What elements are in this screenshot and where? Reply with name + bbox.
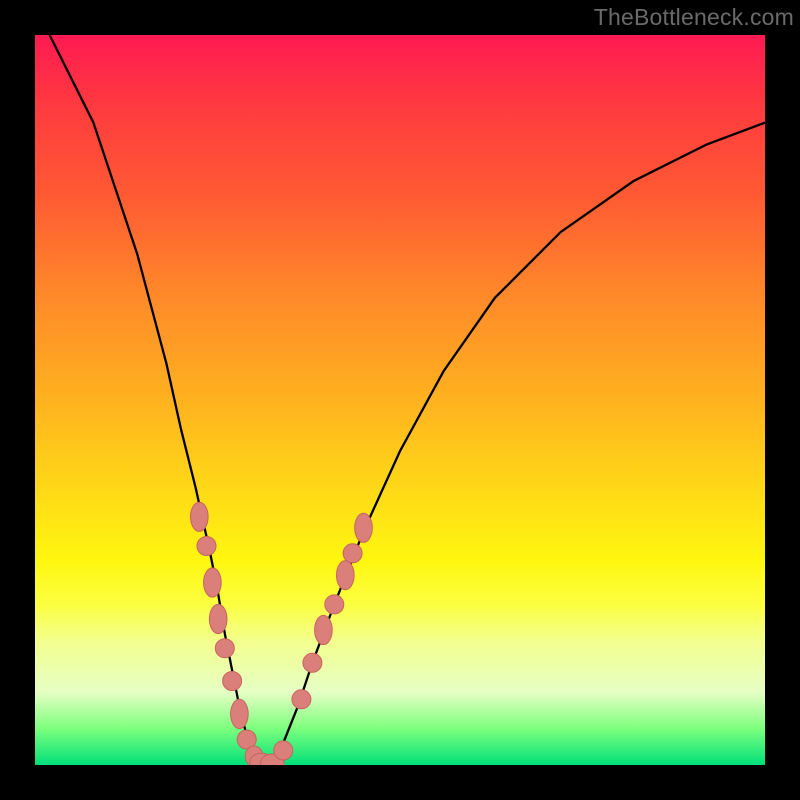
chart-frame: TheBottleneck.com: [0, 0, 800, 800]
marker-group: [191, 502, 373, 765]
watermark-label: TheBottleneck.com: [594, 4, 794, 31]
marker-ellipse: [209, 604, 227, 633]
marker-ellipse: [204, 568, 222, 597]
chart-svg: [35, 35, 765, 765]
marker-circle: [223, 672, 242, 691]
marker-circle: [274, 741, 293, 760]
bottleneck-curve: [50, 35, 765, 765]
marker-ellipse: [315, 615, 333, 644]
marker-ellipse: [231, 699, 249, 728]
marker-ellipse: [355, 513, 373, 542]
marker-circle: [343, 544, 362, 563]
marker-circle: [292, 690, 311, 709]
marker-circle: [325, 595, 344, 614]
marker-ellipse: [191, 502, 209, 531]
marker-circle: [215, 639, 234, 658]
marker-circle: [197, 537, 216, 556]
marker-ellipse: [337, 561, 355, 590]
plot-area: [35, 35, 765, 765]
marker-circle: [303, 653, 322, 672]
